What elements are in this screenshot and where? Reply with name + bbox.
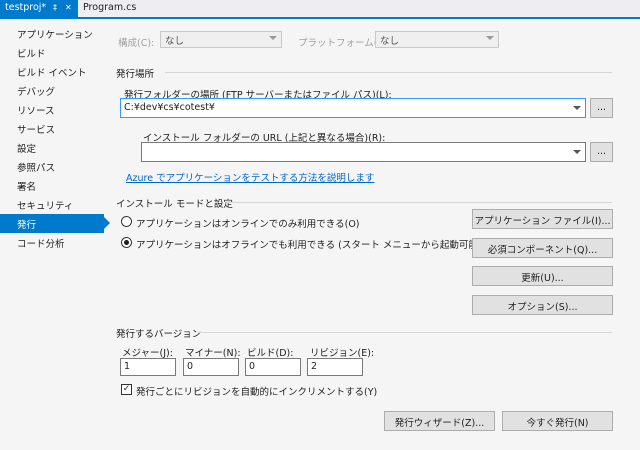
chevron-down-icon	[486, 36, 494, 40]
nav-item-resources[interactable]: リソース	[0, 100, 104, 119]
options-button[interactable]: オプション(S)...	[472, 295, 613, 315]
install-url-input[interactable]	[141, 142, 586, 162]
tab-label: Program.cs	[83, 2, 137, 13]
prerequisites-button[interactable]: 必須コンポーネント(Q)...	[472, 238, 613, 258]
publish-now-button[interactable]: 今すぐ発行(N)	[502, 411, 613, 431]
online-only-label[interactable]: アプリケーションはオンラインでのみ利用できる(O)	[136, 216, 360, 230]
tab-program-cs[interactable]: Program.cs	[78, 0, 138, 19]
selection-arrow-icon	[104, 217, 110, 229]
tab-label: testproj*	[5, 2, 47, 13]
nav-item-publish[interactable]: 発行	[0, 214, 110, 233]
minor-version-input[interactable]: 0	[183, 358, 239, 376]
updates-button[interactable]: 更新(U)...	[472, 266, 613, 286]
minor-label: マイナー(N):	[185, 348, 241, 359]
config-label: 構成(C):	[118, 38, 155, 49]
browse-url-button[interactable]: ...	[590, 142, 613, 162]
build-version-input[interactable]: 0	[245, 358, 301, 376]
project-properties-nav: アプリケーション ビルド ビルド イベント デバッグ リソース サービス 設定 …	[0, 21, 110, 450]
section-divider	[198, 332, 612, 333]
publish-version-title: 発行するバージョン	[116, 329, 202, 340]
radio-online-only[interactable]	[121, 216, 132, 227]
application-files-button[interactable]: アプリケーション ファイル(I)...	[472, 209, 613, 229]
platform-value: なし	[380, 36, 400, 47]
nav-item-application[interactable]: アプリケーション	[0, 24, 104, 43]
publish-location-title: 発行場所	[116, 69, 155, 80]
browse-folder-button[interactable]: ...	[590, 98, 613, 118]
chevron-down-icon	[573, 150, 581, 154]
section-divider	[226, 202, 612, 203]
install-mode-title: インストール モードと設定	[116, 199, 233, 210]
nav-item-reference-paths[interactable]: 参照パス	[0, 157, 104, 176]
chevron-down-icon	[573, 106, 581, 110]
section-divider	[165, 72, 612, 73]
config-select[interactable]: なし	[160, 31, 282, 48]
config-value: なし	[165, 36, 185, 47]
auto-increment-label[interactable]: 発行ごとにリビジョンを自動的にインクリメントする(Y)	[136, 384, 377, 398]
publish-folder-input[interactable]: C:¥dev¥cs¥cotest¥	[120, 98, 586, 118]
nav-item-settings[interactable]: 設定	[0, 138, 104, 157]
nav-item-code-analysis[interactable]: コード分析	[0, 233, 104, 252]
azure-test-link[interactable]: Azure でアプリケーションをテストする方法を説明します	[126, 170, 374, 184]
nav-item-debug[interactable]: デバッグ	[0, 81, 104, 100]
tab-testproj[interactable]: testproj* ‡ ✕	[0, 0, 78, 19]
publish-folder-value: C:¥dev¥cs¥cotest¥	[124, 102, 215, 113]
publish-wizard-button[interactable]: 発行ウィザード(Z)...	[384, 411, 495, 431]
revision-version-input[interactable]: 2	[307, 358, 363, 376]
document-tab-strip: testproj* ‡ ✕ Program.cs	[0, 0, 640, 19]
nav-item-build[interactable]: ビルド	[0, 43, 104, 62]
nav-item-security[interactable]: セキュリティ	[0, 195, 104, 214]
pin-icon[interactable]: ‡	[53, 3, 57, 12]
nav-item-build-events[interactable]: ビルド イベント	[0, 62, 104, 81]
close-icon[interactable]: ✕	[65, 3, 72, 12]
nav-item-label: 発行	[17, 220, 37, 231]
nav-item-signing[interactable]: 署名	[0, 176, 104, 195]
offline-available-label[interactable]: アプリケーションはオフラインでも利用できる (スタート メニューから起動可能)(…	[136, 237, 497, 251]
revision-label: リビジョン(E):	[310, 348, 375, 359]
nav-item-services[interactable]: サービス	[0, 119, 104, 138]
radio-offline-available[interactable]	[121, 237, 132, 248]
chevron-down-icon	[269, 36, 277, 40]
checkmark-icon: ✓	[122, 384, 131, 394]
build-label: ビルド(D):	[247, 348, 294, 359]
major-label: メジャー(J):	[122, 348, 173, 359]
platform-select[interactable]: なし	[375, 31, 499, 48]
major-version-input[interactable]: 1	[120, 358, 176, 376]
auto-increment-checkbox[interactable]: ✓	[121, 384, 132, 395]
